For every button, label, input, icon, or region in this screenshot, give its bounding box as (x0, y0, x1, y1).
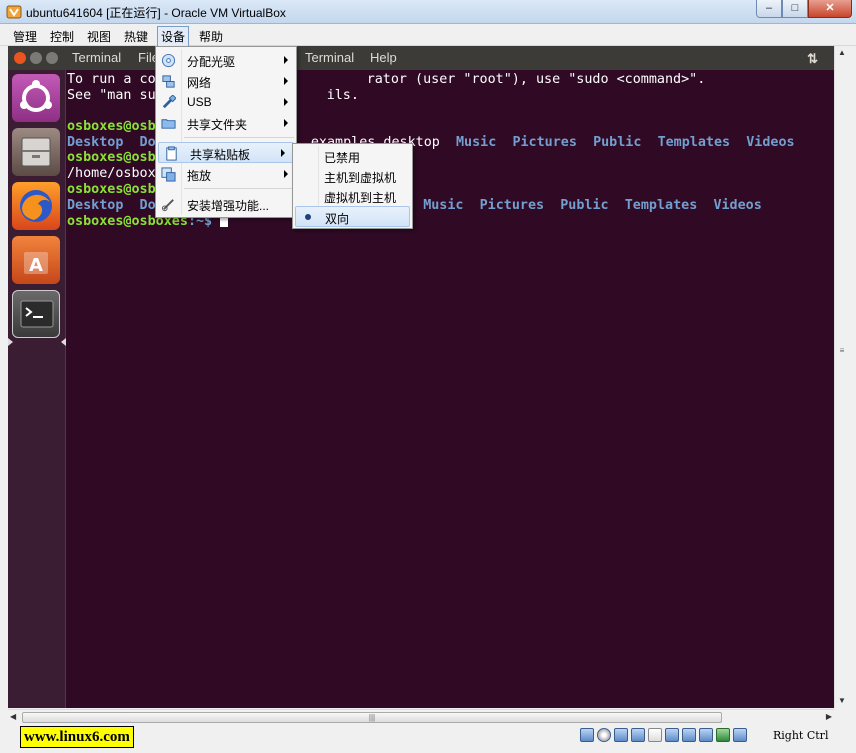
menubar: 管理 控制 视图 热键 设备 帮助 (0, 24, 856, 47)
virtualbox-icon (6, 5, 22, 19)
ubuntu-dash-icon[interactable] (12, 74, 60, 122)
firefox-icon[interactable] (12, 182, 60, 230)
optical-disc-icon (161, 53, 176, 68)
maximize-window-icon[interactable] (46, 52, 58, 64)
clipboard-option-disabled[interactable]: 已禁用 (293, 146, 412, 167)
clipboard-option-bidirectional[interactable]: 双向 (295, 206, 410, 227)
scroll-left-arrow-icon[interactable]: ◀ (10, 712, 16, 721)
menu-view[interactable]: 视图 (84, 27, 114, 46)
menu-item-drag-drop[interactable]: 拖放 (156, 164, 296, 185)
cpu-icon[interactable] (699, 728, 713, 742)
usb-icon[interactable] (631, 728, 645, 742)
hard-disk-icon[interactable] (580, 728, 594, 742)
window-titlebar: ubuntu641604 [正在运行] - Oracle VM VirtualB… (0, 0, 856, 24)
status-icons (580, 728, 747, 742)
usb-icon (162, 95, 176, 109)
shared-folder-icon (161, 119, 176, 129)
devices-menu: 分配光驱 网络 USB 共享文件夹 共享粘贴板 拖放 安装增强功能... (155, 46, 297, 218)
ubuntu-top-panel: Terminal File Terminal Help ⇅ (8, 46, 834, 70)
svg-text:A: A (29, 255, 43, 276)
display-icon[interactable] (665, 728, 679, 742)
close-window-icon[interactable] (14, 52, 26, 64)
minimize-button[interactable]: – (756, 0, 782, 18)
scroll-up-arrow-icon[interactable]: ▲ (836, 46, 848, 60)
window-title: ubuntu641604 [正在运行] - Oracle VM VirtualB… (26, 6, 286, 20)
menu-item-usb[interactable]: USB (156, 92, 296, 113)
files-icon[interactable] (12, 128, 60, 176)
scroll-grip-icon[interactable]: ≡ (838, 346, 846, 360)
close-button[interactable]: ✕ (808, 0, 852, 18)
clipboard-option-host-to-guest[interactable]: 主机到虚拟机 (293, 166, 412, 187)
video-capture-icon[interactable] (682, 728, 696, 742)
guest-display[interactable]: Terminal File Terminal Help ⇅ A To run a… (8, 46, 834, 708)
watermark: www.linux6.com (20, 726, 134, 748)
clipboard-option-guest-to-host[interactable]: 虚拟机到主机 (293, 186, 412, 207)
clipboard-submenu: 已禁用 主机到虚拟机 虚拟机到主机 双向 (292, 143, 413, 229)
menu-item-shared-clipboard[interactable]: 共享粘贴板 (158, 142, 294, 163)
radio-selected-icon (305, 214, 311, 220)
menu-control[interactable]: 控制 (47, 27, 77, 46)
menu-item-optical-drives[interactable]: 分配光驱 (156, 50, 296, 71)
window-controls: – □ ✕ (756, 0, 852, 18)
menu-item-network[interactable]: 网络 (156, 71, 296, 92)
topbar-menu-help[interactable]: Help (370, 50, 397, 65)
mouse-icon[interactable] (716, 728, 730, 742)
menu-help[interactable]: 帮助 (196, 27, 226, 46)
shared-folder-icon[interactable] (648, 728, 662, 742)
drag-drop-icon (161, 167, 176, 182)
horizontal-scroll-thumb[interactable]: ||| (22, 712, 722, 723)
topbar-menu-terminal[interactable]: Terminal (305, 50, 354, 65)
menu-devices[interactable]: 设备 (157, 26, 190, 47)
optical-disc-icon[interactable] (597, 728, 611, 742)
menu-item-install-guest-additions[interactable]: 安装增强功能... (156, 194, 296, 215)
keyboard-arrow-icon[interactable] (733, 728, 747, 742)
statusbar: www.linux6.com Right Ctrl (0, 724, 856, 753)
menu-manage[interactable]: 管理 (10, 27, 40, 46)
network-icon (162, 75, 175, 88)
ubuntu-launcher: A (8, 70, 66, 708)
active-indicator-right (61, 338, 66, 346)
scroll-down-arrow-icon[interactable]: ▼ (836, 694, 848, 708)
maximize-button[interactable]: □ (782, 0, 808, 18)
network-icon[interactable] (614, 728, 628, 742)
horizontal-scrollbar[interactable]: ◀ ||| ▶ (8, 709, 834, 724)
sort-icon[interactable]: ⇅ (807, 51, 818, 67)
terminal-launcher-icon[interactable] (12, 290, 60, 338)
active-indicator-left (8, 338, 13, 346)
guest-additions-icon (161, 199, 174, 212)
scroll-right-arrow-icon[interactable]: ▶ (826, 712, 832, 721)
topbar-app-terminal[interactable]: Terminal (72, 50, 121, 65)
menu-item-shared-folders[interactable]: 共享文件夹 (156, 113, 296, 134)
vertical-scrollbar[interactable]: ▲ ≡ ▼ (834, 46, 848, 708)
host-key-label: Right Ctrl (773, 729, 829, 742)
software-center-icon[interactable]: A (12, 236, 60, 284)
menu-hotkey[interactable]: 热键 (121, 27, 151, 46)
minimize-window-icon[interactable] (30, 52, 42, 64)
clipboard-icon (166, 146, 177, 161)
